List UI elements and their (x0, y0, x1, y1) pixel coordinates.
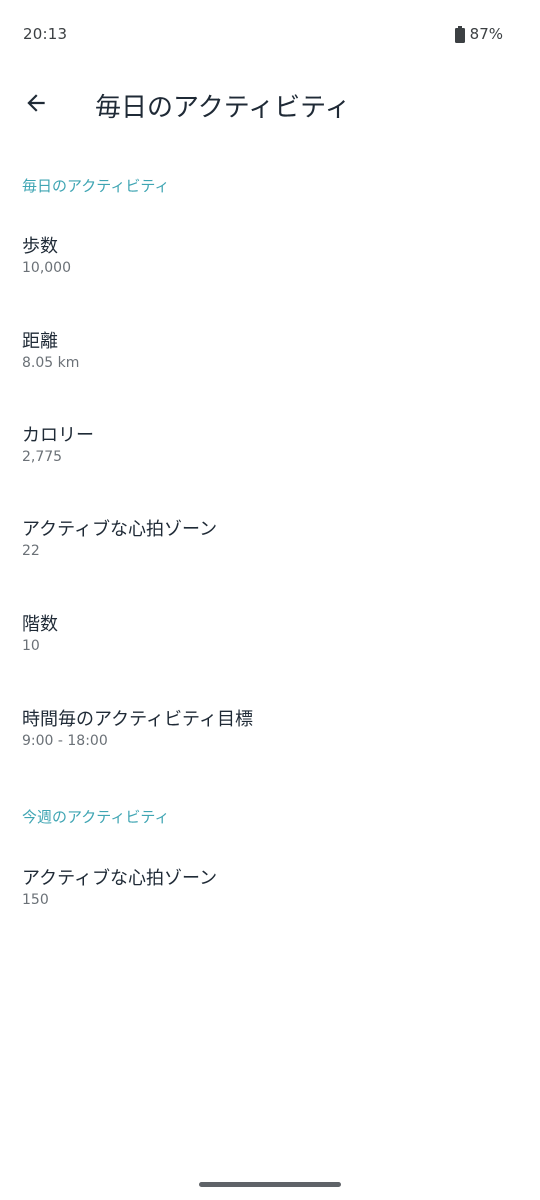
pref-title: カロリー (22, 425, 94, 446)
app-bar: 毎日のアクティビティ (0, 72, 540, 138)
pref-summary: 150 (22, 892, 49, 908)
pref-title: アクティブな心拍ゾーン (22, 519, 218, 540)
pref-summary: 22 (22, 543, 40, 559)
pref-summary: 8.05 km (22, 355, 80, 371)
pref-title: 階数 (22, 614, 58, 635)
pref-title: 距離 (22, 331, 58, 352)
battery-percent: 87% (469, 25, 503, 43)
pref-summary: 10 (22, 638, 40, 654)
pref-title: アクティブな心拍ゾーン (22, 868, 218, 889)
status-icons: 87% (454, 25, 503, 43)
arrow-back-icon (23, 90, 49, 120)
pref-summary: 10,000 (22, 260, 71, 276)
pref-summary: 9:00 - 18:00 (22, 733, 108, 749)
page-title: 毎日のアクティビティ (95, 93, 351, 123)
pref-item-floors[interactable]: 階数 10 (0, 610, 540, 690)
pref-title: 時間毎のアクティビティ目標 (22, 709, 253, 730)
section-header-weekly: 今週のアクティビティ (22, 808, 170, 826)
battery-icon (454, 26, 465, 43)
status-bar: 20:13 87% (0, 0, 540, 68)
pref-item-hourly-goal[interactable]: 時間毎のアクティビティ目標 9:00 - 18:00 (0, 705, 540, 785)
pref-title: 歩数 (22, 236, 58, 257)
status-time: 20:13 (23, 25, 68, 43)
back-button[interactable] (14, 83, 58, 127)
pref-item-steps[interactable]: 歩数 10,000 (0, 232, 540, 312)
section-header-daily: 毎日のアクティビティ (22, 177, 170, 195)
pref-summary: 2,775 (22, 449, 63, 465)
pref-item-distance[interactable]: 距離 8.05 km (0, 327, 540, 407)
pref-item-calories[interactable]: カロリー 2,775 (0, 421, 540, 501)
pref-item-active-zone[interactable]: アクティブな心拍ゾーン 22 (0, 515, 540, 595)
pref-item-weekly-active-zone[interactable]: アクティブな心拍ゾーン 150 (0, 864, 540, 944)
gesture-nav-handle[interactable] (199, 1182, 341, 1187)
